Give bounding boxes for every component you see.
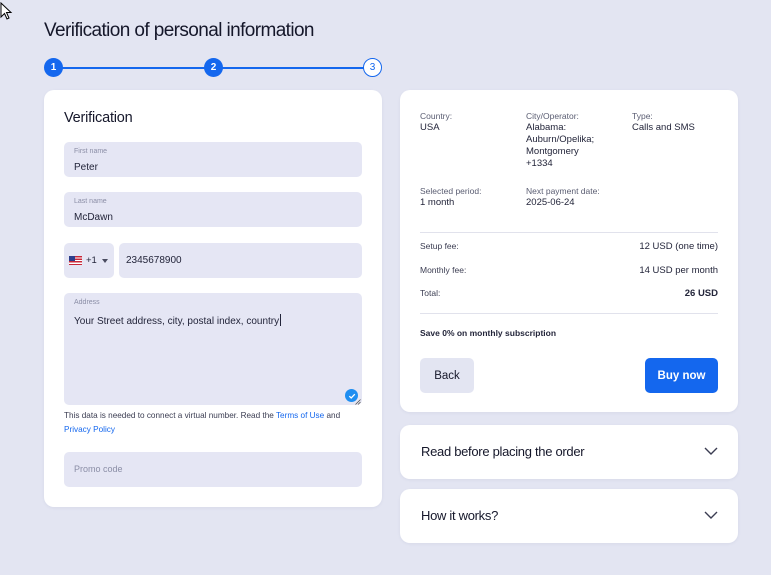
- divider: [420, 313, 718, 314]
- step-3: 3: [363, 58, 382, 77]
- last-name-value[interactable]: McDawn: [74, 212, 113, 223]
- country-info: Country: USA: [420, 111, 452, 134]
- text-caret: [280, 314, 282, 326]
- accordion-read-before-order[interactable]: Read before placing the order: [400, 425, 738, 479]
- chevron-down-icon: [704, 511, 718, 519]
- first-name-value[interactable]: Peter: [74, 162, 98, 173]
- monthly-fee-row: Monthly fee: 14 USD per month: [420, 265, 718, 276]
- period-label: Selected period:: [420, 186, 482, 196]
- divider: [420, 232, 718, 233]
- setup-fee-label: Setup fee:: [420, 241, 459, 251]
- first-name-field[interactable]: First name Peter: [64, 142, 362, 177]
- next-payment-info: Next payment date: 2025-06-24: [526, 186, 600, 209]
- promo-code-placeholder: Promo code: [74, 464, 123, 474]
- country-code-value: +1: [86, 255, 97, 266]
- total-row: Total: 26 USD: [420, 288, 718, 299]
- next-payment-value: 2025-06-24: [526, 197, 575, 208]
- type-info: Type: Calls and SMS: [632, 111, 695, 134]
- page-title: Verification of personal information: [44, 20, 315, 41]
- save-note: Save 0% on monthly subscription: [420, 328, 557, 338]
- address-text: Your Street address, city, postal index,…: [74, 316, 280, 327]
- city-operator-info: City/Operator: Alabama: Auburn/Opelika; …: [526, 111, 594, 170]
- stepper-line-1: [54, 67, 214, 69]
- data-usage-note: This data is needed to connect a virtual…: [64, 409, 364, 437]
- resize-handle-icon[interactable]: [355, 399, 361, 405]
- country-value: USA: [420, 122, 440, 133]
- form-title: Verification: [64, 110, 133, 126]
- note-text-1: This data is needed to connect a virtual…: [64, 411, 276, 420]
- last-name-field[interactable]: Last name McDawn: [64, 192, 362, 227]
- type-value: Calls and SMS: [632, 122, 695, 133]
- setup-fee-row: Setup fee: 12 USD (one time): [420, 241, 718, 252]
- type-label: Type:: [632, 111, 653, 121]
- verification-form-card: Verification First name Peter Last name …: [44, 90, 382, 507]
- privacy-policy-link[interactable]: Privacy Policy: [64, 425, 115, 434]
- promo-code-field[interactable]: Promo code: [64, 452, 362, 487]
- step-1[interactable]: 1: [44, 58, 63, 77]
- monthly-fee-value: 14 USD per month: [639, 265, 718, 276]
- city-line-2: Auburn/Opelika;: [526, 134, 595, 145]
- phone-number-value[interactable]: 2345678900: [126, 255, 182, 266]
- city-line-1: Alabama:: [526, 122, 567, 133]
- us-flag-icon: [69, 256, 82, 265]
- period-value: 1 month: [420, 197, 455, 208]
- order-summary-card: Country: USA City/Operator: Alabama: Aub…: [400, 90, 738, 412]
- accordion-title: Read before placing the order: [421, 444, 585, 459]
- back-button[interactable]: Back: [420, 358, 474, 393]
- last-name-label: Last name: [74, 198, 107, 205]
- mouse-cursor-icon: [0, 2, 13, 20]
- address-label: Address: [74, 299, 100, 306]
- progress-stepper: 1 2 3: [44, 58, 382, 78]
- city-line-4: +1334: [526, 158, 553, 169]
- period-info: Selected period: 1 month: [420, 186, 481, 209]
- monthly-fee-label: Monthly fee:: [420, 265, 467, 275]
- city-line-3: Montgomery: [526, 146, 579, 157]
- stepper-line-2: [214, 67, 374, 69]
- note-text-2: and: [324, 411, 341, 420]
- country-code-select[interactable]: +1: [64, 243, 114, 278]
- total-label: Total:: [420, 288, 441, 298]
- step-2[interactable]: 2: [204, 58, 223, 77]
- address-textarea[interactable]: Address Your Street address, city, posta…: [64, 293, 362, 405]
- next-payment-label: Next payment date:: [526, 186, 600, 196]
- accordion-title: How it works?: [421, 508, 499, 523]
- buy-now-button[interactable]: Buy now: [645, 358, 718, 393]
- accordion-how-it-works[interactable]: How it works?: [400, 489, 738, 543]
- terms-of-use-link[interactable]: Terms of Use: [276, 411, 324, 420]
- chevron-down-icon: [101, 258, 108, 263]
- city-operator-label: City/Operator:: [526, 111, 579, 121]
- chevron-down-icon: [704, 447, 718, 455]
- setup-fee-value: 12 USD (one time): [639, 241, 718, 252]
- total-value: 26 USD: [684, 288, 718, 299]
- address-value[interactable]: Your Street address, city, postal index,…: [74, 314, 282, 327]
- first-name-label: First name: [74, 148, 108, 155]
- phone-number-field[interactable]: 2345678900: [119, 243, 362, 278]
- country-label: Country:: [420, 111, 453, 121]
